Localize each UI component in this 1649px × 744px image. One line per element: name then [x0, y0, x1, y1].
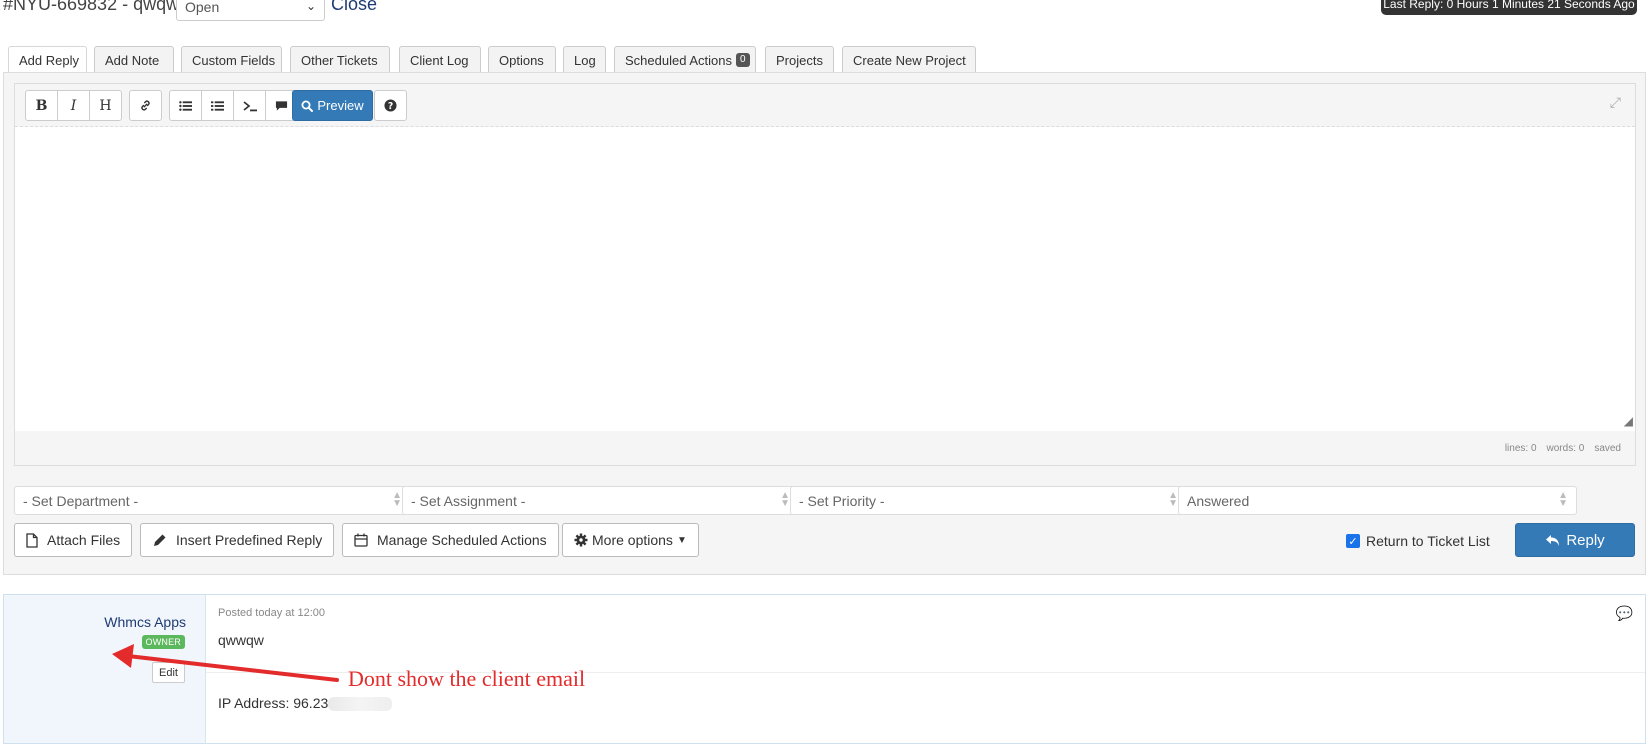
tab-add-reply[interactable]: Add Reply [8, 46, 87, 74]
attach-files-button[interactable]: Attach Files [14, 523, 133, 557]
editor-saved-status: saved [1594, 442, 1621, 454]
help-button[interactable]: ? [374, 90, 407, 121]
insert-predefined-reply-button[interactable]: Insert Predefined Reply [140, 523, 335, 557]
ticket-title: #NYU-669832 - qwqw [3, 0, 180, 14]
department-select[interactable]: - Set Department - ▲ ▼ [14, 486, 411, 515]
editor-statusbar: lines: 0 words: 0 saved [15, 431, 1635, 465]
last-reply-badge: Last Reply: 0 Hours 1 Minutes 21 Seconds… [1381, 0, 1637, 15]
markdown-editor: B I H Preview ? ⤢ ◢ lines: 0 words: 0 sa… [14, 83, 1636, 466]
list-ul-icon [179, 100, 192, 111]
pencil-icon [154, 534, 166, 546]
quote-message-icon[interactable]: 💬 [1616, 605, 1633, 622]
resize-handle-icon[interactable]: ◢ [1624, 414, 1633, 428]
search-icon [301, 100, 314, 112]
tab-options[interactable]: Options [488, 46, 556, 73]
editor-words-count: words: 0 [1546, 442, 1585, 454]
sort-arrows-icon: ▲ ▼ [392, 490, 402, 509]
unordered-list-button[interactable] [169, 90, 202, 121]
italic-button[interactable]: I [57, 90, 90, 121]
heading-button[interactable]: H [89, 90, 122, 121]
tab-client-log[interactable]: Client Log [399, 46, 481, 73]
comment-icon [275, 100, 288, 111]
scheduled-actions-count-badge: 0 [735, 53, 750, 67]
tab-other-tickets[interactable]: Other Tickets [290, 46, 390, 73]
close-ticket-link[interactable]: Close [331, 0, 377, 15]
caret-down-icon: ▼ [676, 534, 687, 546]
status-select-value: Open [185, 0, 220, 15]
annotation-text: Dont show the client email [348, 666, 586, 691]
ip-address-line: IP Address: 96.23 [218, 695, 393, 712]
link-button[interactable] [129, 90, 162, 121]
chevron-down-icon: ⌄ [305, 0, 316, 13]
tab-create-new-project[interactable]: Create New Project [842, 46, 976, 73]
return-to-list-option[interactable]: ✓ Return to Ticket List [1346, 533, 1490, 549]
reply-icon [1546, 534, 1560, 546]
code-button[interactable] [233, 90, 266, 121]
ordered-list-button[interactable] [201, 90, 234, 121]
ip-redaction-blur [328, 697, 393, 712]
author-name[interactable]: Whmcs Apps [104, 614, 186, 630]
editor-toolbar: B I H Preview ? ⤢ [15, 84, 1635, 127]
sort-arrows-icon: ▲ ▼ [1558, 490, 1568, 509]
file-icon [26, 532, 38, 548]
ip-address-text: IP Address: 96.23 [218, 695, 329, 711]
ticket-status-select[interactable]: Open ⌄ [176, 0, 325, 21]
bold-icon: B [35, 97, 48, 114]
list-ol-icon [211, 100, 224, 111]
gear-icon [574, 533, 588, 547]
question-circle-icon: ? [384, 99, 397, 112]
italic-icon: I [70, 97, 77, 114]
return-to-list-label: Return to Ticket List [1366, 533, 1490, 549]
bold-button[interactable]: B [25, 90, 58, 121]
tab-custom-fields[interactable]: Custom Fields [181, 46, 282, 73]
reply-panel: B I H Preview ? ⤢ ◢ lines: 0 words: 0 sa… [3, 72, 1646, 575]
assignment-select[interactable]: - Set Assignment - ▲ ▼ [402, 486, 799, 515]
tab-log[interactable]: Log [563, 46, 606, 73]
annotation-arrow [112, 644, 339, 682]
priority-select[interactable]: - Set Priority - ▲ ▼ [790, 486, 1187, 515]
calendar-icon [354, 533, 368, 547]
sort-arrows-icon: ▲ ▼ [780, 490, 790, 509]
tab-projects[interactable]: Projects [765, 46, 834, 73]
terminal-icon [242, 100, 257, 111]
tab-add-note[interactable]: Add Note [94, 46, 174, 73]
return-to-list-checkbox[interactable]: ✓ [1346, 534, 1360, 548]
tab-scheduled-actions[interactable]: Scheduled Actions 0 [614, 46, 756, 73]
reply-button[interactable]: Reply [1515, 523, 1635, 557]
heading-icon: H [99, 97, 112, 114]
expand-fullscreen-icon[interactable]: ⤢ [1610, 94, 1621, 111]
posted-date: Posted today at 12:00 [218, 607, 326, 619]
editor-lines-count: lines: 0 [1504, 442, 1537, 454]
manage-scheduled-actions-button[interactable]: Manage Scheduled Actions [342, 523, 559, 557]
ticket-status-answer-select[interactable]: Answered ▲ ▼ [1178, 486, 1577, 515]
link-icon [141, 100, 150, 111]
preview-button[interactable]: Preview [292, 90, 373, 121]
more-options-button[interactable]: More options ▼ [562, 523, 699, 557]
reply-textarea[interactable] [15, 128, 1635, 432]
svg-text:?: ? [388, 101, 393, 112]
sort-arrows-icon: ▲ ▼ [1168, 490, 1178, 509]
